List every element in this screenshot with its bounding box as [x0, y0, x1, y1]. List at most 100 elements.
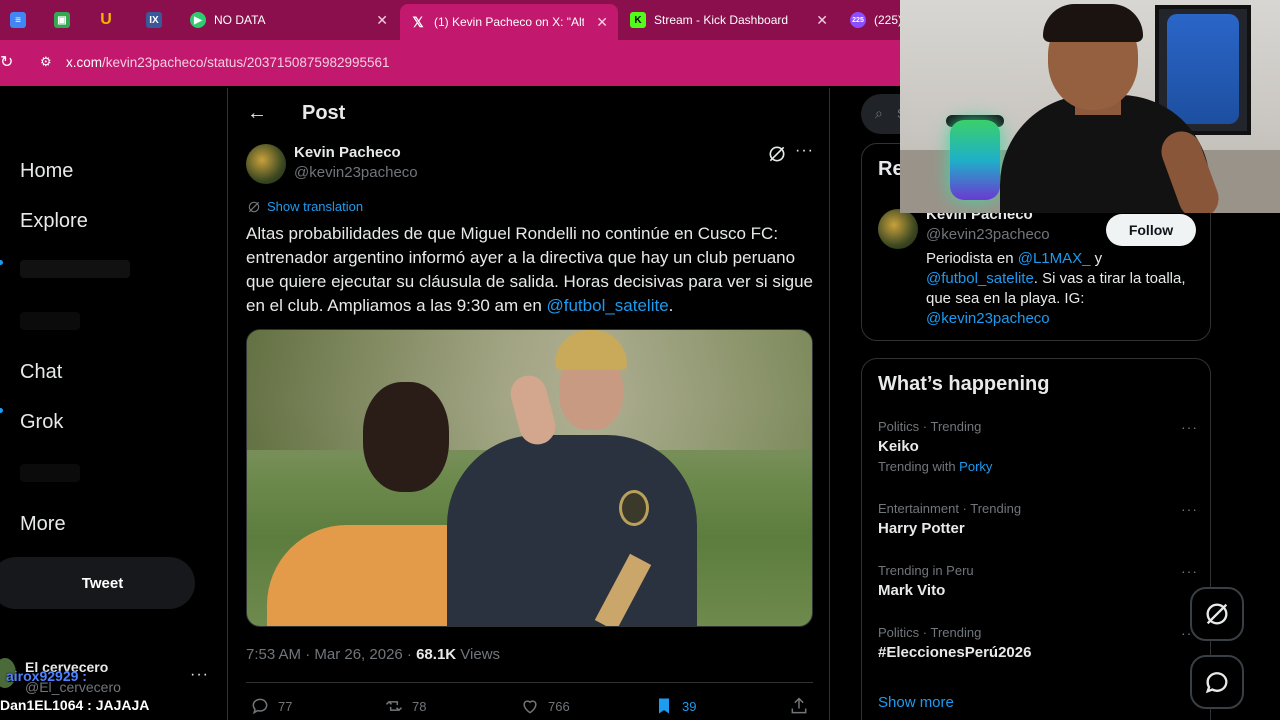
bio-text: y [1090, 250, 1103, 267]
share-button[interactable] [789, 696, 809, 716]
trend-item[interactable]: Politics · Trending Keiko Trending with … [878, 419, 1198, 474]
nav-explore[interactable]: Explore [20, 210, 88, 233]
post-timestamp[interactable]: 7:53 AM · Mar 26, 2026 · [246, 646, 416, 663]
chat-text: JAJAJA [95, 697, 150, 713]
webcam-rgb-lamp [950, 120, 1000, 200]
trend-with-label: Trending with [878, 459, 960, 474]
show-more-link[interactable]: Show more [878, 694, 954, 711]
show-translation-link[interactable]: Show translation [247, 199, 363, 214]
whats-happening-title: What’s happening [878, 373, 1050, 395]
url-path: /kevin23pacheco/status/20371508759829955… [102, 55, 390, 70]
heart-icon [523, 700, 537, 714]
close-icon[interactable]: ✕ [376, 12, 388, 29]
back-arrow-icon[interactable]: ← [247, 102, 267, 125]
reply-button[interactable]: 77 [250, 696, 292, 716]
nav-home[interactable]: Home [20, 160, 73, 183]
nav-grok[interactable]: Grok [20, 411, 63, 434]
nav-hidden-item[interactable] [20, 464, 80, 482]
tab-label: (225) [874, 13, 903, 27]
play-icon: ▶ [190, 12, 206, 28]
close-icon[interactable]: ✕ [596, 14, 608, 31]
tweet-photo[interactable] [246, 329, 813, 627]
u-icon: U [100, 11, 112, 28]
author-name[interactable]: Kevin Pacheco [294, 144, 401, 161]
nav-hidden-item[interactable] [20, 312, 80, 330]
reply-icon [252, 698, 268, 715]
avatar[interactable] [878, 209, 918, 249]
like-count: 766 [548, 698, 570, 714]
avatar[interactable] [246, 144, 286, 184]
tweet-body-end: . [668, 296, 674, 315]
relevant-handle[interactable]: @kevin23pacheco [926, 226, 1050, 243]
bookmark-button[interactable]: 39 [654, 696, 696, 716]
trend-topic: Harry Potter [878, 520, 965, 537]
photo-player-head [363, 382, 449, 492]
webcam-overlay [900, 0, 1280, 213]
grok-icon [1206, 603, 1228, 625]
trend-with-link[interactable]: Porky [959, 459, 992, 474]
tweet-body: Altas probabilidades de que Miguel Ronde… [246, 224, 813, 315]
photo-club-badge [619, 490, 649, 526]
bookmark-icon [659, 698, 669, 714]
reload-icon[interactable]: ↻ [0, 52, 13, 72]
grok-button[interactable] [1190, 587, 1244, 641]
more-icon[interactable]: ··· [1181, 563, 1198, 579]
url-domain: x.com [66, 55, 103, 70]
repost-icon [385, 700, 403, 712]
x-logo-icon: 𝕏 [412, 13, 424, 30]
more-icon[interactable]: ··· [795, 142, 814, 160]
site-settings-icon[interactable]: ⚙ [40, 54, 52, 70]
nav-chat[interactable]: Chat [20, 361, 62, 384]
trend-category: Politics · Trending [878, 625, 982, 640]
trend-item[interactable]: Entertainment · Trending Harry Potter ··… [878, 501, 1198, 537]
bio-text: Periodista en [926, 250, 1018, 267]
trend-with: Trending with Porky [878, 459, 1198, 474]
tab-x-post[interactable]: 𝕏 (1) Kevin Pacheco on X: "Alt ✕ [400, 4, 618, 40]
mention-link[interactable]: @L1MAX_ [1018, 250, 1091, 267]
show-translation-label: Show translation [267, 199, 364, 214]
repost-button[interactable]: 78 [384, 696, 426, 716]
share-icon [791, 697, 807, 714]
more-icon[interactable]: ··· [190, 666, 209, 684]
nav-more[interactable]: More [20, 513, 66, 536]
tweet-button[interactable]: Tweet [0, 557, 195, 609]
repost-count: 78 [412, 698, 427, 714]
reply-count: 77 [278, 698, 293, 714]
more-icon[interactable]: ··· [1181, 419, 1198, 435]
mention-link[interactable]: @kevin23pacheco [926, 310, 1050, 327]
tab-label: (1) Kevin Pacheco on X: "Alt [434, 15, 584, 29]
page-title: Post [302, 102, 346, 124]
bookmark-count: 39 [682, 698, 697, 714]
close-icon[interactable]: ✕ [816, 12, 828, 29]
kick-icon: K [630, 12, 646, 28]
tab-u[interactable]: U [88, 0, 126, 40]
grok-icon[interactable] [767, 144, 787, 164]
post-meta: 7:53 AM · Mar 26, 2026 · 68.1K Views [246, 646, 500, 663]
trend-item[interactable]: Trending in Peru Mark Vito ··· [878, 563, 1198, 599]
tab-no-data[interactable]: ▶ NO DATA ✕ [180, 0, 398, 40]
tab-docs[interactable]: ≡ [0, 0, 34, 40]
chat-bubble-icon [1205, 672, 1228, 694]
messages-button[interactable] [1190, 655, 1244, 709]
author-handle[interactable]: @kevin23pacheco [294, 164, 418, 181]
nav-hidden-item[interactable] [20, 260, 130, 278]
more-icon[interactable]: ··· [1181, 501, 1198, 517]
tab-label: Stream - Kick Dashboard [654, 13, 789, 27]
trend-category: Trending in Peru [878, 563, 974, 578]
mention-link[interactable]: @futbol_satelite [547, 296, 669, 315]
chat-message: Dan1EL1064 : JAJAJA [0, 697, 149, 713]
trend-category: Politics · Trending [878, 419, 982, 434]
tab-extension[interactable]: ▣ [44, 0, 82, 40]
tab-kick[interactable]: K Stream - Kick Dashboard ✕ [620, 0, 838, 40]
divider [246, 682, 813, 683]
whats-happening-card: What’s happening Politics · Trending Kei… [861, 358, 1211, 720]
follow-button[interactable]: Follow [1106, 214, 1196, 246]
tab-ix[interactable]: IX [136, 0, 174, 40]
relevant-bio: Periodista en @L1MAX_ y @futbol_satelite… [926, 249, 1201, 329]
like-button[interactable]: 766 [520, 696, 570, 716]
views-count: 68.1K [416, 646, 457, 663]
trend-item[interactable]: Politics · Trending #EleccionesPerú2026 … [878, 625, 1198, 661]
docs-icon: ≡ [10, 12, 26, 28]
mention-link[interactable]: @futbol_satelite [926, 270, 1034, 287]
url-field[interactable]: x.com/kevin23pacheco/status/203715087598… [66, 55, 390, 70]
